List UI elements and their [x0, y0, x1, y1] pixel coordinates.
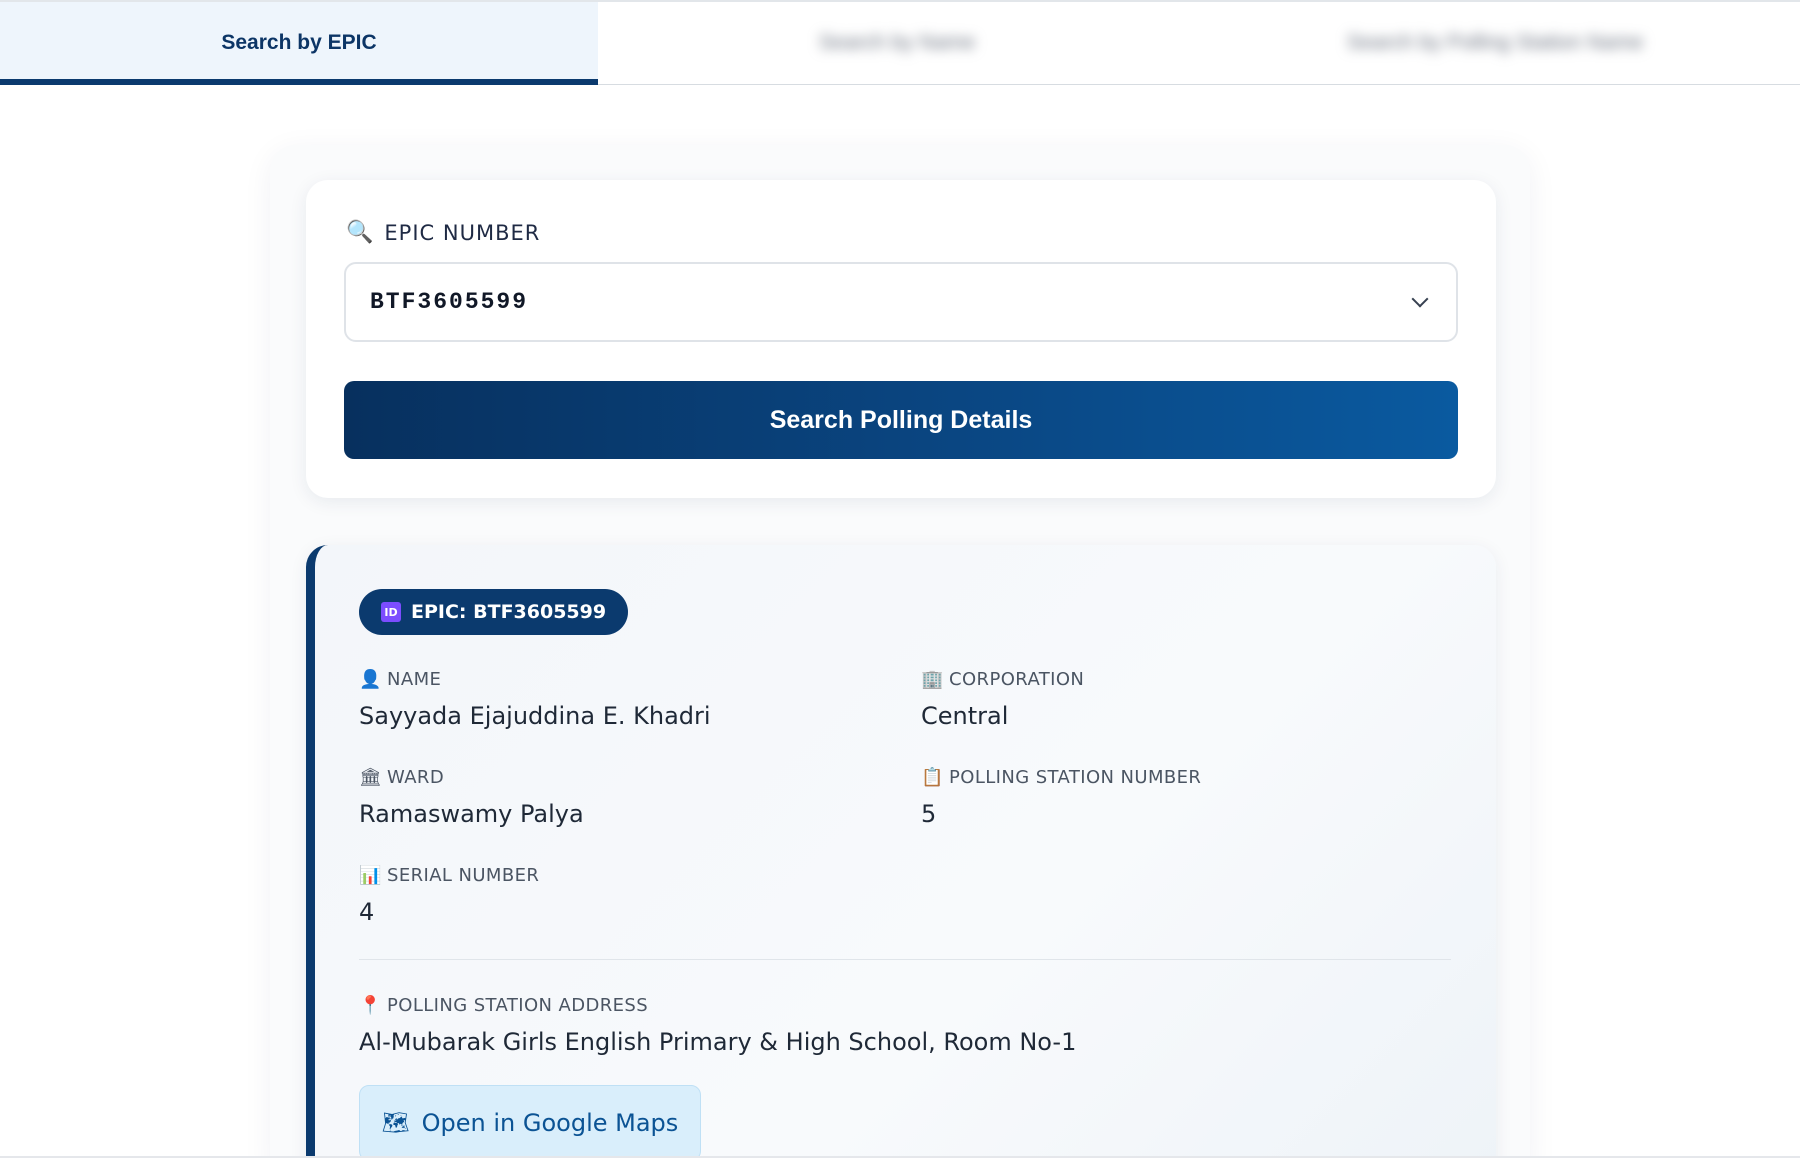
epic-number-value: BTF3605599: [370, 289, 529, 315]
search-card: 🔍 EPIC NUMBER BTF3605599 Search Polling …: [306, 180, 1496, 498]
epic-badge: ID EPIC: BTF3605599: [359, 589, 629, 635]
corporation-value: Central: [921, 702, 1009, 730]
ward-value: Ramaswamy Palya: [359, 800, 584, 828]
serial-number-label: SERIAL NUMBER: [387, 865, 540, 886]
open-in-google-maps-button[interactable]: 🗺 Open in Google Maps: [359, 1085, 701, 1158]
name-label: NAME: [387, 669, 442, 690]
person-icon: 👤: [359, 669, 382, 690]
map-icon: 🗺: [381, 1110, 410, 1136]
id-card-icon: ID: [381, 602, 401, 622]
tab-bar: Search by EPIC Search by Name Search by …: [0, 0, 1800, 85]
ward-field: 🏛 WARD Ramaswamy Palya: [359, 767, 584, 828]
corporation-label: CORPORATION: [949, 669, 1085, 690]
ward-label: WARD: [387, 767, 445, 788]
epic-number-label: 🔍 EPIC NUMBER: [346, 220, 541, 245]
corporation-field: 🏢 CORPORATION Central: [921, 669, 1084, 730]
polling-station-address-value: Al-Mubarak Girls English Primary & High …: [359, 1028, 1077, 1056]
polling-station-number-value: 5: [921, 800, 937, 828]
clipboard-icon: 📋: [921, 767, 944, 788]
polling-station-number-label: POLLING STATION NUMBER: [949, 767, 1202, 788]
epic-number-select[interactable]: BTF3605599: [344, 262, 1458, 342]
divider: [359, 959, 1451, 960]
classical-building-icon: 🏛: [359, 767, 383, 788]
serial-number-value: 4: [359, 898, 375, 926]
search-polling-details-button[interactable]: Search Polling Details: [344, 381, 1458, 459]
bar-chart-icon: 📊: [359, 865, 382, 886]
tab-search-by-polling-station[interactable]: Search by Polling Station Name: [1196, 2, 1794, 84]
magnifier-icon: 🔍: [346, 220, 375, 245]
polling-station-number-field: 📋 POLLING STATION NUMBER 5: [921, 767, 1201, 828]
polling-station-address-label: POLLING STATION ADDRESS: [387, 995, 649, 1016]
tab-label: Search by Name: [818, 31, 976, 54]
tab-search-by-epic[interactable]: Search by EPIC: [0, 2, 598, 85]
tab-label: Search by EPIC: [221, 31, 377, 54]
name-value: Sayyada Ejajuddina E. Khadri: [359, 702, 711, 730]
name-field: 👤 NAME Sayyada Ejajuddina E. Khadri: [359, 669, 711, 730]
tab-search-by-name[interactable]: Search by Name: [598, 2, 1196, 84]
office-building-icon: 🏢: [921, 669, 944, 690]
pin-icon: 📍: [359, 995, 382, 1016]
chevron-down-icon: [1411, 290, 1429, 308]
polling-station-address-field: 📍 POLLING STATION ADDRESS Al-Mubarak Girl…: [359, 995, 1076, 1056]
tab-label: Search by Polling Station Name: [1346, 31, 1644, 54]
serial-number-field: 📊 SERIAL NUMBER 4: [359, 865, 539, 926]
result-card: ID EPIC: BTF3605599 👤 NAME Sayyada Ejajud…: [306, 545, 1496, 1158]
